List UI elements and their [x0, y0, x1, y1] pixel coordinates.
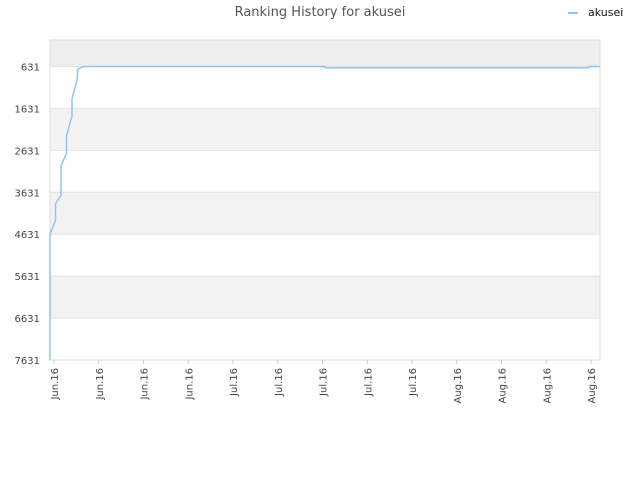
x-tick-label: Jul.16 — [363, 368, 374, 397]
x-tick-label: Jun.16 — [50, 368, 61, 401]
plot-band — [50, 276, 600, 319]
y-tick-label: 631 — [21, 62, 40, 73]
y-tick-label: 4631 — [15, 230, 40, 241]
chart-container: Ranking History for akusei akusei 631 163… — [0, 0, 640, 480]
y-tick-label: 7631 — [15, 356, 40, 367]
x-tick-label: Jul.16 — [408, 368, 419, 397]
plot-band — [50, 192, 600, 235]
x-tick-label: Jun.16 — [95, 368, 106, 401]
x-tick-label: Aug.16 — [498, 368, 509, 403]
plot-area: 631 1631 2631 3631 4631 5631 6631 7631 Jun.16 Jun… — [15, 39, 601, 403]
x-tick-label: Jul.16 — [229, 368, 240, 397]
x-tick-label: Jun.16 — [140, 368, 151, 401]
y-tick-label: 2631 — [15, 146, 40, 157]
x-tick-label: Aug.16 — [542, 368, 553, 403]
plot-band — [50, 108, 600, 151]
x-tick-label: Aug.16 — [587, 368, 598, 403]
x-tick-label: Jul.16 — [319, 368, 330, 397]
y-tick-label: 6631 — [15, 314, 40, 325]
x-tick-label: Jul.16 — [274, 368, 285, 397]
x-tick-label: Aug.16 — [453, 368, 464, 403]
x-tick-label: Jun.16 — [184, 368, 195, 401]
y-tick-label: 5631 — [15, 272, 40, 283]
plot-band-top — [50, 40, 600, 67]
y-tick-label: 1631 — [15, 104, 40, 115]
y-tick-label: 3631 — [15, 188, 40, 199]
